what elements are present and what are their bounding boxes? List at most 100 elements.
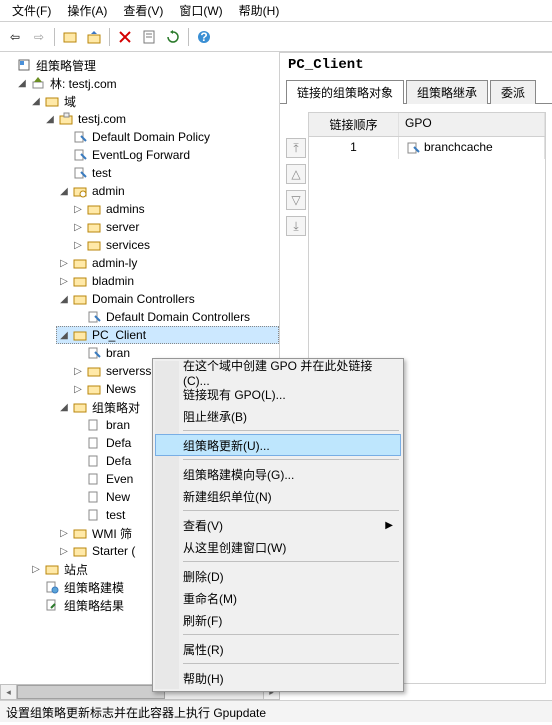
twisty-expanded[interactable]: ◢ xyxy=(44,113,56,125)
ou-icon xyxy=(72,255,88,271)
tree-domain[interactable]: ◢ testj.com xyxy=(42,110,279,128)
twisty-expanded[interactable]: ◢ xyxy=(58,401,70,413)
gpo-icon xyxy=(86,471,102,487)
twisty-collapsed[interactable]: ▷ xyxy=(58,545,70,557)
twisty-collapsed[interactable]: ▷ xyxy=(58,275,70,287)
twisty-collapsed[interactable]: ▷ xyxy=(72,203,84,215)
tree-item[interactable]: ▷EventLog Forward xyxy=(56,146,279,164)
move-up-button[interactable]: △ xyxy=(286,164,306,184)
tree-item[interactable]: ▷Default Domain Policy xyxy=(56,128,279,146)
ctx-new-ou[interactable]: 新建组织单位(N) xyxy=(155,485,401,507)
ctx-separator xyxy=(183,634,399,635)
twisty-collapsed[interactable]: ▷ xyxy=(30,563,42,575)
tree-domains-label: 域 xyxy=(62,93,78,110)
tree-ou-dc[interactable]: ◢Domain Controllers xyxy=(56,290,279,308)
folder-icon xyxy=(63,30,77,44)
tree-root-label: 组策略管理 xyxy=(34,57,98,74)
menu-view[interactable]: 查看(V) xyxy=(115,0,171,21)
col-gpo[interactable]: GPO xyxy=(399,113,545,136)
twisty-collapsed[interactable]: ▷ xyxy=(58,527,70,539)
twisty-collapsed[interactable]: ▷ xyxy=(58,257,70,269)
move-down-button[interactable]: ▽ xyxy=(286,190,306,210)
ctx-new-window[interactable]: 从这里创建窗口(W) xyxy=(155,536,401,558)
tree-domain-label: testj.com xyxy=(76,112,128,126)
ctx-block-inherit[interactable]: 阻止继承(B) xyxy=(155,405,401,427)
gpmc-icon xyxy=(16,57,32,73)
tree-root[interactable]: ▷ 组策略管理 xyxy=(0,56,279,74)
tree-item[interactable]: ▷Default Domain Controllers xyxy=(70,308,279,326)
ctx-view[interactable]: 查看(V)▶ xyxy=(155,514,401,536)
gpo-link-icon xyxy=(72,147,88,163)
scroll-left-button[interactable]: ◂ xyxy=(1,685,17,699)
cell-order: 1 xyxy=(309,137,399,159)
delete-button[interactable] xyxy=(114,26,136,48)
forward-icon: ⇨ xyxy=(34,30,44,44)
forest-icon xyxy=(30,75,46,91)
container-icon xyxy=(72,525,88,541)
delete-x-icon xyxy=(118,30,132,44)
ctx-separator xyxy=(183,663,399,664)
ctx-create-gpo[interactable]: 在这个域中创建 GPO 并在此处链接(C)... xyxy=(155,361,401,383)
statusbar: 设置组策略更新标志并在此容器上执行 Gpupdate xyxy=(0,700,552,722)
refresh-button[interactable] xyxy=(162,26,184,48)
scroll-thumb[interactable] xyxy=(17,685,165,699)
col-link-order[interactable]: 链接顺序 xyxy=(309,113,399,136)
ctx-gp-modeling-wizard[interactable]: 组策略建模向导(G)... xyxy=(155,463,401,485)
tree-item[interactable]: ▷test xyxy=(56,164,279,182)
menu-window[interactable]: 窗口(W) xyxy=(171,0,230,21)
separator xyxy=(109,28,110,46)
gpo-icon xyxy=(86,417,102,433)
menu-action[interactable]: 操作(A) xyxy=(59,0,115,21)
twisty-expanded[interactable]: ◢ xyxy=(58,329,70,341)
tree-ou-admin[interactable]: ◢admin xyxy=(56,182,279,200)
tab-inheritance[interactable]: 组策略继承 xyxy=(406,80,488,104)
ou-icon xyxy=(72,327,88,343)
container-icon xyxy=(72,543,88,559)
twisty-expanded[interactable]: ◢ xyxy=(30,95,42,107)
container-icon xyxy=(72,399,88,415)
separator xyxy=(188,28,189,46)
tree-item[interactable]: ▷admin-ly xyxy=(56,254,279,272)
tree-item[interactable]: ▷services xyxy=(70,236,279,254)
ctx-delete[interactable]: 删除(D) xyxy=(155,565,401,587)
twisty-collapsed[interactable]: ▷ xyxy=(72,365,84,377)
separator xyxy=(54,28,55,46)
gpo-icon xyxy=(86,435,102,451)
ctx-gp-update[interactable]: 组策略更新(U)... xyxy=(155,434,401,456)
ctx-help[interactable]: 帮助(H) xyxy=(155,667,401,689)
grid-row[interactable]: 1 branchcache xyxy=(309,137,545,159)
gpo-icon xyxy=(86,507,102,523)
ctx-rename[interactable]: 重命名(M) xyxy=(155,587,401,609)
menu-file[interactable]: 文件(F) xyxy=(4,0,59,21)
gpo-link-icon xyxy=(72,165,88,181)
tab-linked-gpo[interactable]: 链接的组策略对象 xyxy=(286,80,404,104)
twisty-collapsed[interactable]: ▷ xyxy=(72,221,84,233)
tree-item[interactable]: ▷admins xyxy=(70,200,279,218)
tree-ou-pc-client[interactable]: ◢PC_Client xyxy=(56,326,279,344)
up-button[interactable] xyxy=(83,26,105,48)
twisty-expanded[interactable]: ◢ xyxy=(16,77,28,89)
twisty-collapsed[interactable]: ▷ xyxy=(72,383,84,395)
ctx-properties[interactable]: 属性(R) xyxy=(155,638,401,660)
ctx-refresh[interactable]: 刷新(F) xyxy=(155,609,401,631)
tree-domains[interactable]: ◢ 域 xyxy=(28,92,279,110)
menu-help[interactable]: 帮助(H) xyxy=(231,0,288,21)
twisty-expanded[interactable]: ◢ xyxy=(58,185,70,197)
back-button[interactable]: ⇦ xyxy=(4,26,26,48)
tree-item[interactable]: ▷bladmin xyxy=(56,272,279,290)
twisty-expanded[interactable]: ◢ xyxy=(58,293,70,305)
ou-icon xyxy=(72,291,88,307)
tab-delegation[interactable]: 委派 xyxy=(490,80,536,104)
tree-item[interactable]: ▷server xyxy=(70,218,279,236)
properties-button[interactable] xyxy=(138,26,160,48)
move-top-button[interactable]: ⤒ xyxy=(286,138,306,158)
ctx-link-existing[interactable]: 链接现有 GPO(L)... xyxy=(155,383,401,405)
move-bottom-button[interactable]: ⤓ xyxy=(286,216,306,236)
tree-forest[interactable]: ◢ 林: testj.com xyxy=(14,74,279,92)
twisty-collapsed[interactable]: ▷ xyxy=(72,239,84,251)
show-button[interactable] xyxy=(59,26,81,48)
help-button[interactable]: ? xyxy=(193,26,215,48)
refresh-icon xyxy=(166,30,180,44)
ctx-separator xyxy=(183,430,399,431)
forward-button[interactable]: ⇨ xyxy=(28,26,50,48)
